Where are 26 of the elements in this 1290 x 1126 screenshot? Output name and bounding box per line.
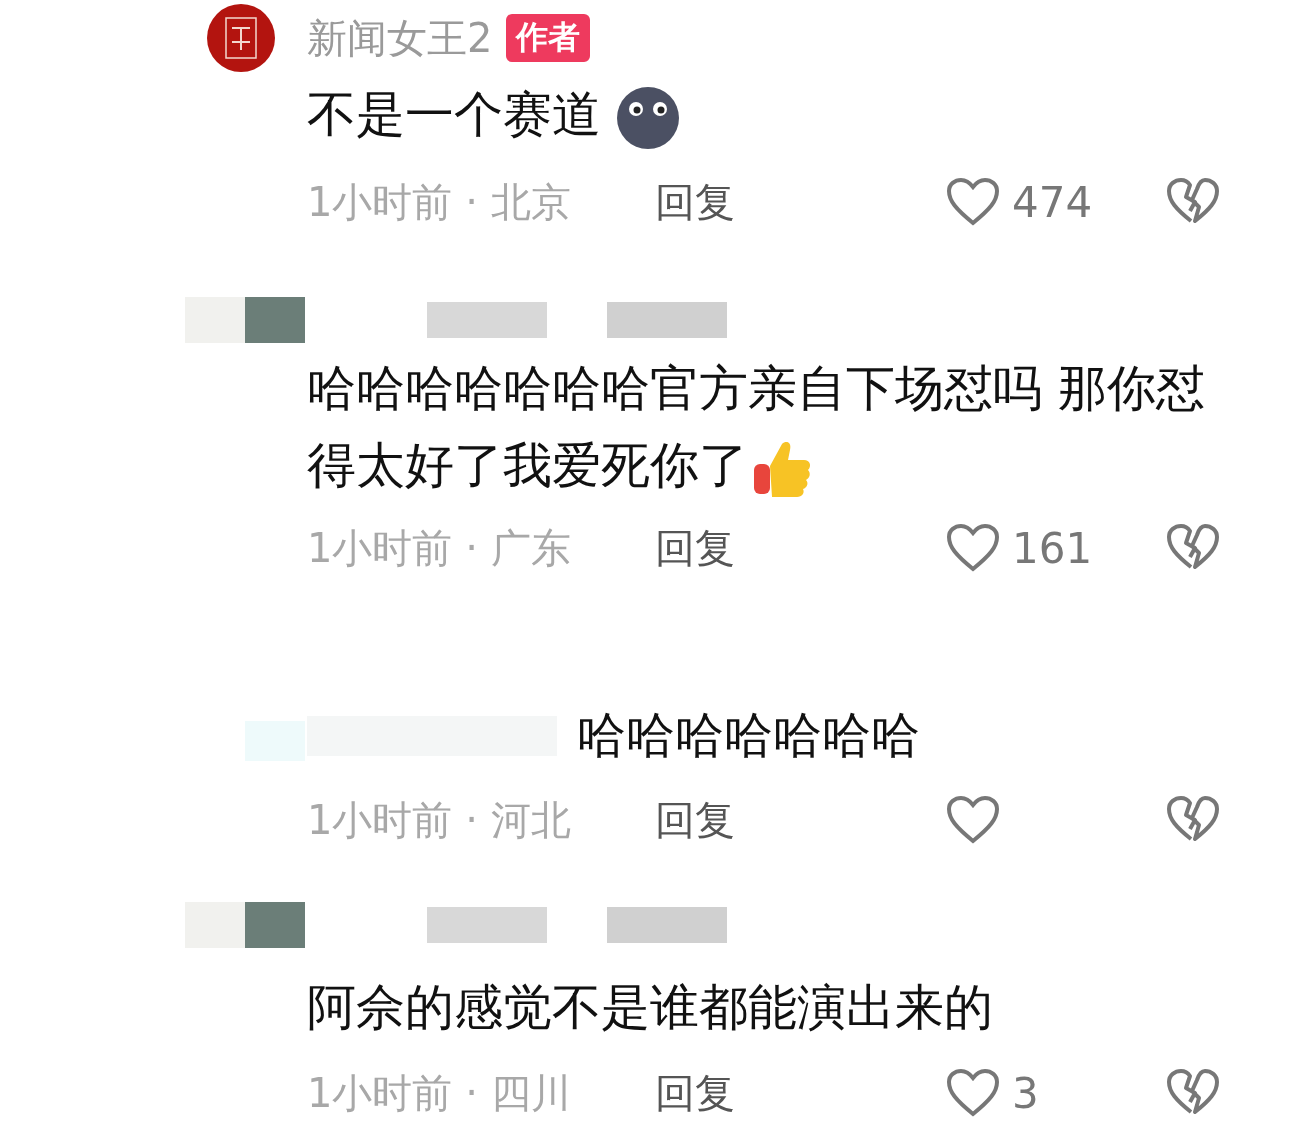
author-badge: 作者 — [506, 14, 591, 62]
heart-icon — [946, 523, 1000, 573]
like-button[interactable]: 3 — [946, 1068, 1166, 1118]
time-location: 1小时前 · 北京 — [307, 177, 572, 227]
time-location: 1小时前 · 广东 — [307, 523, 572, 573]
heart-icon — [946, 1068, 1000, 1118]
comment-text: 哈哈哈哈哈哈哈官方亲自下场怼吗 那你怼得太好了我爱死你了 — [307, 350, 1240, 504]
blurred-avatar — [245, 297, 305, 343]
comment-text: 阿佘的感觉不是谁都能演出来的 — [307, 978, 994, 1038]
reply-button[interactable]: 回复 — [655, 174, 735, 230]
time-location: 1小时前 · 河北 — [307, 795, 572, 845]
blurred-avatar — [245, 902, 305, 948]
heart-icon — [946, 177, 1000, 227]
blurred-avatar — [185, 297, 245, 343]
face-emoji-icon — [615, 84, 681, 151]
comment-text: 哈哈哈哈哈哈哈 — [577, 706, 920, 766]
reply-button[interactable]: 回复 — [655, 520, 735, 576]
reply-button[interactable]: 回复 — [655, 1065, 735, 1121]
heart-icon — [946, 795, 1000, 845]
blurred-avatar — [185, 902, 245, 948]
avatar[interactable] — [207, 4, 275, 72]
reply-button[interactable]: 回复 — [655, 792, 735, 848]
like-button[interactable]: 161 — [946, 523, 1166, 573]
comment-text: 不是一个赛道 — [307, 76, 1240, 153]
time-location: 1小时前 · 四川 — [307, 1068, 572, 1118]
like-button[interactable]: 474 — [946, 177, 1166, 227]
